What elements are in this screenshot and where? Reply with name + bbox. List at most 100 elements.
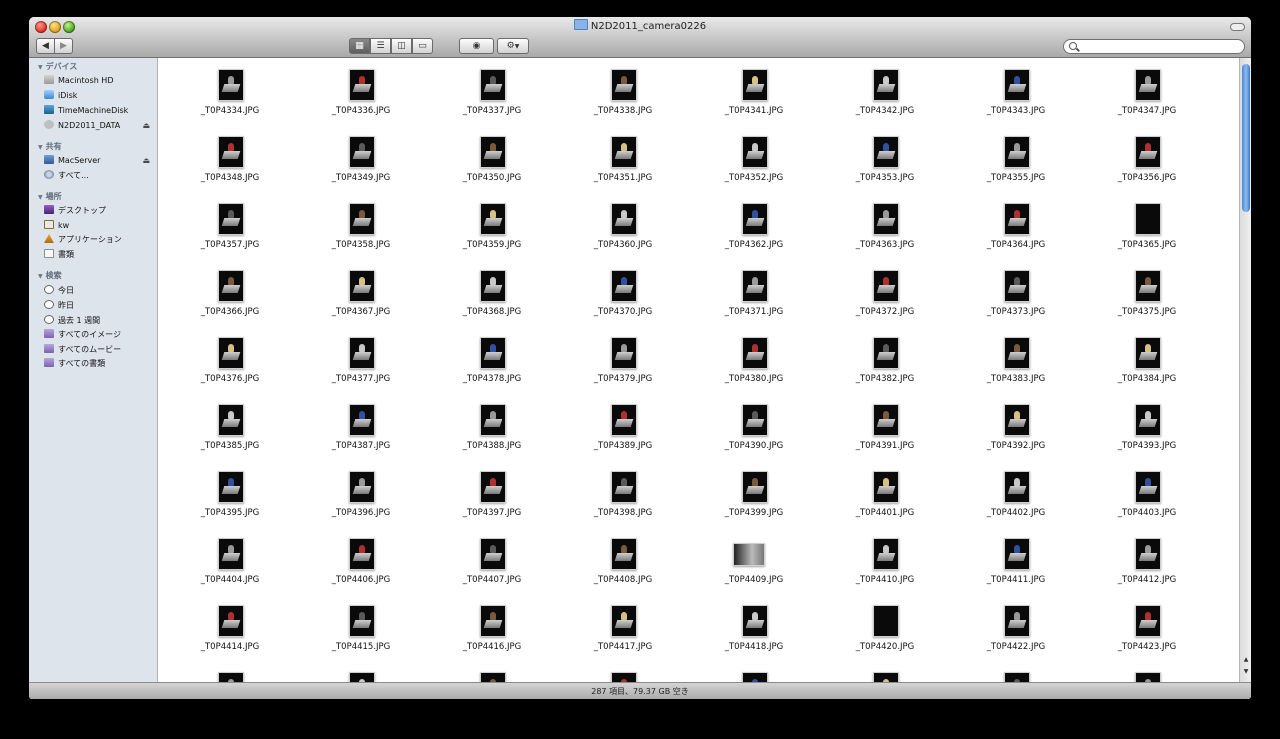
image-thumbnail[interactable] [218,605,244,637]
image-thumbnail[interactable] [873,136,899,168]
file-name-label[interactable]: _T0P4375.JPG [1080,307,1214,317]
image-thumbnail[interactable] [349,136,375,168]
sidebar-item-all-movies[interactable]: すべてのムービー [44,343,154,356]
image-thumbnail[interactable] [218,136,244,168]
image-thumbnail[interactable] [733,543,765,566]
file-name-label[interactable]: _T0P4403.JPG [1080,508,1214,518]
file-item[interactable]: _T0P4349.JPG [294,127,428,194]
file-name-label[interactable]: _T0P4338.JPG [556,106,690,116]
sidebar-item-timemachinedisk[interactable]: TimeMachineDisk [44,104,154,117]
file-name-label[interactable]: _T0P4356.JPG [1080,173,1214,183]
file-name-label[interactable]: _T0P4402.JPG [949,508,1083,518]
image-thumbnail[interactable] [480,605,506,637]
file-item[interactable] [556,663,690,682]
file-item[interactable]: _T0P4377.JPG [294,328,428,395]
file-name-label[interactable]: _T0P4341.JPG [687,106,821,116]
image-thumbnail[interactable] [1135,672,1161,682]
file-item[interactable]: _T0P4363.JPG [818,194,952,261]
file-item[interactable]: _T0P4362.JPG [687,194,821,261]
file-item[interactable]: _T0P4393.JPG [1080,395,1214,462]
file-item[interactable]: _T0P4366.JPG [163,261,297,328]
file-name-label[interactable]: _T0P4365.JPG [1080,240,1214,250]
sidebar-item-yesterday[interactable]: 昨日 [44,299,154,312]
file-name-label[interactable]: _T0P4364.JPG [949,240,1083,250]
file-name-label[interactable]: _T0P4392.JPG [949,441,1083,451]
file-item[interactable]: _T0P4364.JPG [949,194,1083,261]
image-thumbnail[interactable] [873,337,899,369]
sidebar-item-past-week[interactable]: 過去 1 週間 [44,314,154,327]
file-item[interactable]: _T0P4389.JPG [556,395,690,462]
image-thumbnail[interactable] [1135,337,1161,369]
image-thumbnail[interactable] [349,69,375,101]
file-name-label[interactable]: _T0P4358.JPG [294,240,428,250]
file-name-label[interactable]: _T0P4351.JPG [556,173,690,183]
file-item[interactable]: _T0P4376.JPG [163,328,297,395]
image-thumbnail[interactable] [1004,471,1030,503]
image-thumbnail[interactable] [742,404,768,436]
file-item[interactable]: _T0P4390.JPG [687,395,821,462]
image-thumbnail[interactable] [1135,69,1161,101]
image-thumbnail[interactable] [873,471,899,503]
file-name-label[interactable]: _T0P4395.JPG [163,508,297,518]
file-item[interactable]: _T0P4367.JPG [294,261,428,328]
scroll-down-arrow-icon[interactable]: ▼ [1242,668,1250,675]
file-name-label[interactable]: _T0P4376.JPG [163,374,297,384]
file-item[interactable] [949,663,1083,682]
file-item[interactable]: _T0P4379.JPG [556,328,690,395]
file-item[interactable]: _T0P4382.JPG [818,328,952,395]
file-item[interactable]: _T0P4422.JPG [949,596,1083,663]
file-name-label[interactable]: _T0P4401.JPG [818,508,952,518]
file-name-label[interactable]: _T0P4385.JPG [163,441,297,451]
file-item[interactable]: _T0P4401.JPG [818,462,952,529]
file-name-label[interactable]: _T0P4359.JPG [425,240,559,250]
file-name-label[interactable]: _T0P4372.JPG [818,307,952,317]
file-name-label[interactable]: _T0P4380.JPG [687,374,821,384]
sidebar-item-n2d2011-data[interactable]: N2D2011_DATA ⏏ [44,119,154,132]
image-thumbnail[interactable] [218,337,244,369]
file-item[interactable]: _T0P4351.JPG [556,127,690,194]
search-input[interactable] [1063,39,1245,54]
sidebar-item-desktop[interactable]: デスクトップ [44,204,154,217]
file-name-label[interactable]: _T0P4412.JPG [1080,575,1214,585]
file-name-label[interactable]: _T0P4409.JPG [687,575,821,585]
file-item[interactable] [1080,663,1214,682]
quick-look-button[interactable]: ◉ [459,38,494,54]
file-name-label[interactable]: _T0P4348.JPG [163,173,297,183]
file-item[interactable] [818,663,952,682]
image-thumbnail[interactable] [611,404,637,436]
sidebar-item-idisk[interactable]: iDisk [44,89,154,102]
image-thumbnail[interactable] [480,136,506,168]
sidebar-header-shared[interactable]: 共有 [38,141,62,152]
image-thumbnail[interactable] [349,538,375,570]
eject-icon[interactable]: ⏏ [142,119,150,132]
file-item[interactable]: _T0P4407.JPG [425,529,559,596]
file-item[interactable]: _T0P4385.JPG [163,395,297,462]
file-item[interactable]: _T0P4337.JPG [425,60,559,127]
file-name-label[interactable]: _T0P4366.JPG [163,307,297,317]
file-item[interactable]: _T0P4358.JPG [294,194,428,261]
file-item[interactable]: _T0P4411.JPG [949,529,1083,596]
file-name-label[interactable]: _T0P4423.JPG [1080,642,1214,652]
file-name-label[interactable]: _T0P4407.JPG [425,575,559,585]
action-menu-button[interactable]: ⚙▼ [497,38,529,54]
sidebar-header-places[interactable]: 場所 [38,191,62,202]
image-thumbnail[interactable] [742,672,768,682]
image-thumbnail[interactable] [1004,270,1030,302]
file-name-label[interactable]: _T0P4334.JPG [163,106,297,116]
image-thumbnail[interactable] [480,538,506,570]
file-item[interactable]: _T0P4403.JPG [1080,462,1214,529]
file-name-label[interactable]: _T0P4362.JPG [687,240,821,250]
image-thumbnail[interactable] [611,337,637,369]
scrollbar-thumb[interactable] [1242,64,1250,212]
image-thumbnail[interactable] [218,69,244,101]
image-thumbnail[interactable] [873,69,899,101]
file-item[interactable]: _T0P4418.JPG [687,596,821,663]
file-name-label[interactable]: _T0P4367.JPG [294,307,428,317]
image-thumbnail[interactable] [742,136,768,168]
image-thumbnail[interactable] [1135,471,1161,503]
file-item[interactable]: _T0P4402.JPG [949,462,1083,529]
file-name-label[interactable]: _T0P4352.JPG [687,173,821,183]
file-item[interactable]: _T0P4353.JPG [818,127,952,194]
image-thumbnail[interactable] [1004,337,1030,369]
image-thumbnail[interactable] [611,270,637,302]
